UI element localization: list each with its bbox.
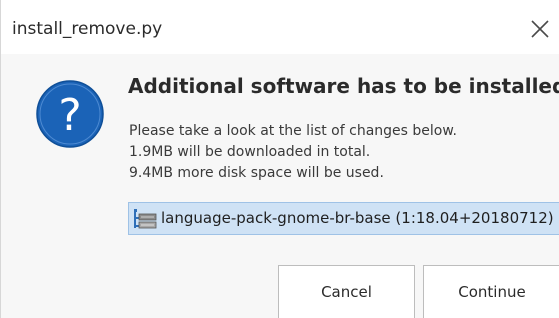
cancel-button[interactable]: Cancel	[278, 265, 415, 318]
dialog-heading: Additional software has to be installed	[128, 74, 559, 98]
continue-button[interactable]: Continue	[423, 265, 559, 318]
message-line: 1.9MB will be downloaded in total.	[129, 144, 371, 160]
message-line: 9.4MB more disk space will be used.	[129, 165, 384, 181]
close-button[interactable]	[529, 18, 551, 40]
changes-list-item[interactable]: language-pack-gnome-br-base (1:18.04+201…	[128, 202, 559, 235]
message-line: Please take a look at the list of change…	[129, 123, 457, 139]
dialog-message: Please take a look at the list of change…	[129, 121, 457, 184]
package-label: language-pack-gnome-br-base (1:18.04+201…	[161, 209, 554, 227]
svg-text:?: ?	[58, 90, 81, 141]
question-icon: ?	[35, 79, 105, 149]
close-icon	[529, 18, 551, 40]
window-title: install_remove.py	[12, 19, 163, 39]
dialog-window: install_remove.py ? Additional software …	[0, 0, 559, 318]
title-bar: install_remove.py	[1, 0, 559, 54]
package-icon	[132, 208, 158, 230]
